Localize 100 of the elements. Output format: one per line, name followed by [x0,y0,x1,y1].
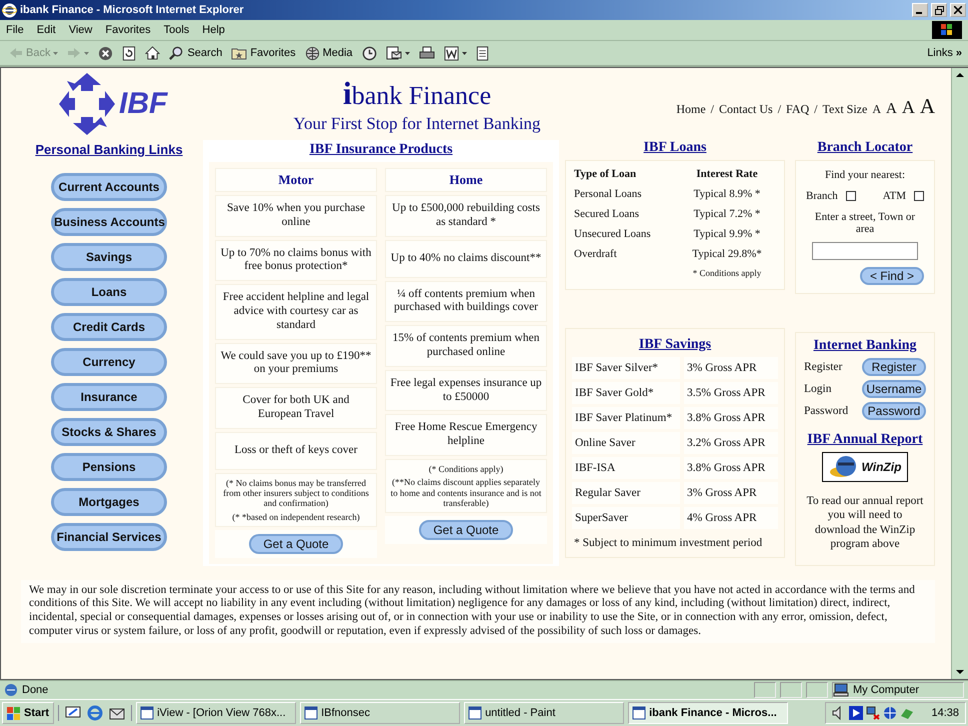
computer-icon [833,683,849,697]
quote-button[interactable]: Get a Quote [419,520,513,540]
table-cell-text: Unsecured Loans [573,227,652,242]
section-heading[interactable]: IBF Insurance Products [309,142,453,158]
table-cell: 3.8% Gross APR [684,407,778,429]
scrollbar[interactable] [951,68,968,679]
quote-button[interactable]: Get a Quote [249,534,343,554]
toolbar-button[interactable]: Media [302,44,356,62]
table-cell: Regular Saver [572,482,680,504]
address-input-field[interactable] [812,242,918,260]
nav-link[interactable]: Home [676,102,706,116]
download-badge[interactable]: WinZip [822,452,908,482]
checkbox[interactable] [846,191,856,201]
menu-item[interactable]: Favorites [105,24,151,36]
table-cell: IBF Saver Gold* [572,382,680,404]
table-cell: SuperSaver [572,507,680,529]
field-label: Password [804,405,848,417]
tagline: Your First Stop for Internet Banking [293,114,541,134]
restore-icon [934,6,944,14]
play-icon[interactable] [849,706,864,720]
menu-item[interactable]: Edit [36,24,56,36]
nav-link[interactable]: FAQ [786,102,810,116]
prompt-text: Find your nearest: [824,168,906,183]
sidebar-link-button[interactable]: Financial Services [51,523,167,551]
sidebar-link-button[interactable]: Business Accounts [51,208,167,236]
section-heading[interactable]: Personal Banking Links [35,142,183,157]
table-cell: 3.5% Gross APR [684,382,778,404]
sidebar-link-button[interactable]: Stocks & Shares [51,418,167,446]
table-cell: 3% Gross APR [684,482,778,504]
window-icon [304,706,318,720]
login-button[interactable]: Password [862,402,926,420]
document-icon [444,46,459,60]
taskbar-button[interactable]: ibank Finance - Micros... [628,702,788,724]
footnote: * Subject to minimum investment period [573,536,764,549]
taskbar-button[interactable]: iView - [Orion View 768x... [136,702,296,724]
separator: / [778,102,782,116]
page-done-icon [4,683,18,697]
login-button[interactable]: Username [862,380,926,398]
menu-item[interactable]: Tools [164,24,190,36]
disclaimer-text: We may in our sole discretion terminate your access to or use of this Site for any reason, including without limitation where we believe that you have not acted in accordance with the terms and conditions of this Site. We will accept no liability in any event including (without limitation) negligence for any damages or loss of any kind, including (without limitation) direct, indirect, incidental, special or consequential damages, expenses or losses arising out of, or in connection with your use or inability to use the Site, or in connection with any error, omission, defect, computer virus or system failure, or loss of any profit, goodwill or reputation, even if expressly advised of the possibility of such loss or damages. [29,584,916,639]
restore-button[interactable] [931,3,947,17]
nav-link[interactable]: Contact Us [719,102,773,116]
logo-text: IBF [119,87,168,121]
chevron[interactable]: » [956,47,962,59]
section-heading[interactable]: IBF Annual Report [807,432,923,448]
footnote: (**No claims discount applies separately to home and contents insurance and is not transferable) [390,477,542,508]
sidebar-link-button[interactable]: Current Accounts [51,173,167,201]
section-heading[interactable]: Internet Banking [813,338,917,354]
option-label: ATM [882,190,906,202]
status-pane [780,682,802,698]
sidebar-link-button[interactable]: Loans [51,278,167,306]
text-size-option[interactable]: A [886,100,897,118]
text-size-option[interactable]: A [920,94,935,118]
arrows-logo-icon [57,71,117,137]
section-heading[interactable]: IBF Loans [644,140,706,156]
start-button[interactable]: Start [2,702,54,724]
refresh-icon [122,46,136,60]
option-label: Branch [806,190,838,202]
checkbox[interactable] [914,191,924,201]
sidebar-link-button[interactable]: Currency [51,348,167,376]
text-size-option[interactable]: A [902,96,915,118]
globe-icon [304,46,320,60]
login-button[interactable]: Register [862,358,926,376]
column-heading: Home [385,168,547,192]
text-size-option[interactable]: A [872,102,881,116]
stop-icon [98,46,114,60]
clock-icon [362,46,377,60]
sidebar-link-button[interactable]: Savings [51,243,167,271]
close-button[interactable] [950,3,966,17]
logo[interactable]: IBF [57,71,267,137]
taskbar-button[interactable]: IBfnonsec [300,702,460,724]
site-title: ibank Finance [342,74,492,112]
section-heading[interactable]: Branch Locator [817,140,913,156]
table-cell: IBF-ISA [572,457,680,479]
browser-icon[interactable] [87,705,104,721]
taskbar-button[interactable]: untitled - Paint [464,702,624,724]
toolbar-button[interactable]: Favorites [228,45,299,61]
toolbar-button[interactable]: Search [166,44,226,62]
page-icon [476,46,489,60]
minimize-button[interactable] [912,3,928,17]
menu-item[interactable]: View [68,24,92,36]
star-folder-icon [231,46,248,60]
windows-logo-icon [932,21,962,39]
benefit-text: Up to 70% no claims bonus with free bonus protection* [215,240,377,282]
sidebar-link-button[interactable]: Credit Cards [51,313,167,341]
close-icon [954,6,962,14]
sidebar-link-button[interactable]: Mortgages [51,488,167,516]
caret-icon [462,52,467,54]
globe-icon[interactable] [883,706,898,720]
sidebar-link-button[interactable]: Pensions [51,453,167,481]
table-cell: IBF Saver Platinum* [572,407,680,429]
menu-item[interactable]: Help [202,24,225,36]
status-pane [754,682,776,698]
sidebar-link-button[interactable]: Insurance [51,383,167,411]
section-heading[interactable]: IBF Savings [638,337,712,352]
menu-item[interactable]: File [6,24,24,36]
find-button[interactable]: < Find > [860,267,924,285]
network-icon[interactable] [866,706,880,720]
text-size-label: Text Size [822,102,868,116]
links-label[interactable]: Links [927,47,953,59]
